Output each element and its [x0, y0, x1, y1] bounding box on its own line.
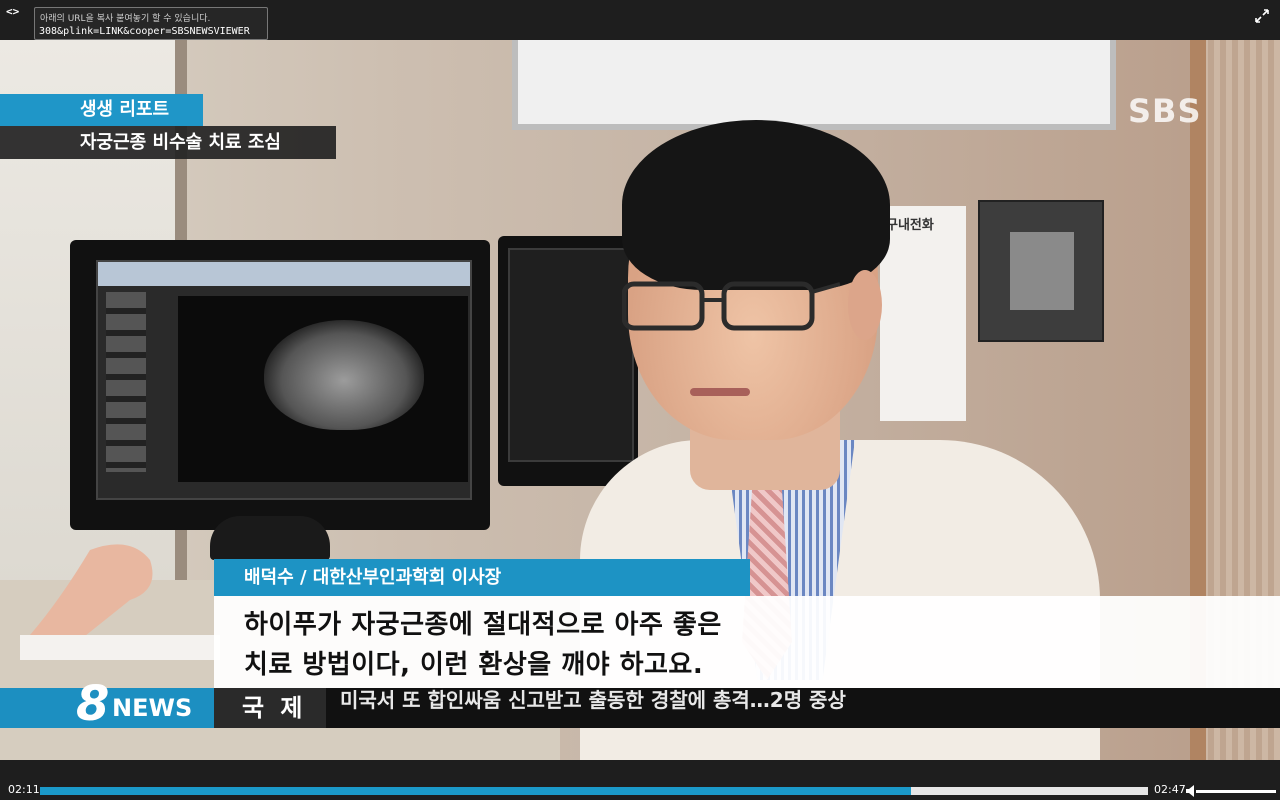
- news-ticker: 8 NEWS 국 제 미국서 또 합인싸움 신고받고 출동한 경찰에 총격…2명…: [0, 676, 1280, 732]
- url-hint-text: 아래의 URL을 복사 붙여놓기 할 수 있습니다.: [40, 14, 211, 24]
- second-monitor: [498, 236, 638, 486]
- doctor-mouth: [690, 388, 750, 396]
- doctor-hair: [622, 120, 890, 290]
- ultrasound-monitor: [70, 240, 490, 530]
- wall-panel: [978, 200, 1104, 342]
- seek-progress: [40, 787, 911, 795]
- embed-code-icon[interactable]: <>: [6, 5, 26, 19]
- ticker-headline: 미국서 또 합인싸움 신고받고 출동한 경찰에 총격…2명 중상: [340, 688, 846, 712]
- news-logo-text: NEWS: [112, 694, 193, 722]
- url-copy-box[interactable]: 아래의 URL을 복사 붙여놓기 할 수 있습니다. 308&plink=LIN…: [34, 7, 268, 40]
- phone-sign: 구내전화: [880, 206, 966, 421]
- anatomy-model: [20, 544, 220, 660]
- doctor-ear: [848, 270, 882, 340]
- subtitle-line-1: 하이푸가 자궁근종에 절대적으로 아주 좋은: [244, 610, 722, 640]
- ticker-category: 국 제: [214, 688, 326, 728]
- url-field[interactable]: 308&plink=LINK&cooper=SBSNEWSVIEWER: [39, 26, 250, 37]
- subtitle-line-2: 치료 방법이다, 이런 환상을 깨야 하고요.: [244, 650, 704, 680]
- 8news-logo: 8 NEWS: [0, 676, 214, 732]
- monitor-stand: [210, 516, 330, 560]
- player-controls: 02:11 02:47: [0, 760, 1280, 800]
- duration: 02:47: [1154, 783, 1186, 796]
- seek-bar[interactable]: [40, 787, 1148, 795]
- video-frame[interactable]: 구내전화 SBS 생생 리포트 자궁근종 비수술 치료 조심 배덕수 / 대한산…: [0, 40, 1280, 760]
- volume-slider[interactable]: [1196, 790, 1276, 793]
- glasses: [622, 281, 841, 331]
- sign-text: 구내전화: [886, 218, 934, 233]
- ultrasound-image: [178, 296, 468, 482]
- sbs-logo: SBS: [1128, 92, 1202, 130]
- segment-title: 자궁근종 비수술 치료 조심: [0, 126, 336, 159]
- segment-tag: 생생 리포트: [0, 94, 203, 126]
- current-time: 02:11: [8, 783, 40, 796]
- whiteboard: [512, 40, 1116, 130]
- subtitle-box: 하이푸가 자궁근종에 절대적으로 아주 좋은 치료 방법이다, 이런 환상을 깨…: [214, 596, 1280, 691]
- news-logo-number: 8: [76, 676, 110, 732]
- speaker-name-tag: 배덕수 / 대한산부인과학회 이사장: [214, 559, 750, 596]
- fullscreen-icon[interactable]: [1254, 8, 1270, 24]
- top-bar: <> 아래의 URL을 복사 붙여놓기 할 수 있습니다. 308&plink=…: [0, 0, 1280, 40]
